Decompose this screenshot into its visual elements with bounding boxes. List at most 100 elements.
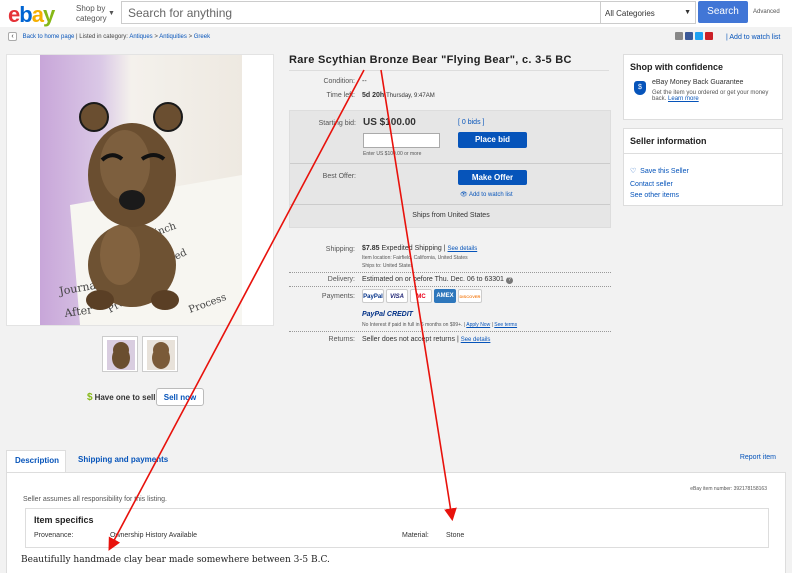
returns-value: Seller does not accept returns | See det… <box>362 336 491 343</box>
divider <box>289 272 611 273</box>
advanced-search-link[interactable]: Advanced <box>753 9 780 15</box>
breadcrumb-item-antiquities[interactable]: Antiquities <box>159 34 187 40</box>
add-to-watch-list-link[interactable]: 👁 Add to watch list <box>460 191 513 198</box>
bid-count-link[interactable]: [ 0 bids ] <box>458 119 484 126</box>
shop-with-confidence-card: Shop with confidence $ eBay Money Back G… <box>623 54 783 120</box>
make-offer-button[interactable]: Make Offer <box>458 170 527 185</box>
thumbnail-1[interactable] <box>102 336 138 372</box>
guarantee-text: Get the item you ordered or get your mon… <box>652 90 769 102</box>
condition-label: Condition: <box>323 78 355 85</box>
thumbnail-2[interactable] <box>142 336 178 372</box>
shipping-label: Shipping: <box>325 246 355 253</box>
item-location: Item location: Fairfield, California, Un… <box>362 255 468 261</box>
delivery-label: Delivery: <box>327 276 355 283</box>
material-value: Stone <box>446 532 465 539</box>
description-body: eBay item number: 392178158163 Seller as… <box>6 472 786 573</box>
chevron-down-icon[interactable]: ▼ <box>108 10 115 17</box>
heart-icon: ♡ <box>630 168 637 175</box>
sell-now-button[interactable]: Sell now <box>156 388 204 406</box>
paypal-credit-offer: No Interest if paid in full in 6 months … <box>362 322 518 328</box>
item-number: eBay item number: 392178158163 <box>690 486 767 492</box>
see-terms-link[interactable]: See terms <box>494 322 517 328</box>
item-specifics: Item specifics Provenance: Ownership His… <box>25 508 769 548</box>
breadcrumb-item-greek[interactable]: Greek <box>194 34 210 40</box>
bid-panel: Starting bid: US $100.00 [ 0 bids ] Plac… <box>289 110 611 228</box>
provenance-value: Ownership History Available <box>110 532 198 539</box>
search-input[interactable] <box>122 2 600 23</box>
facebook-icon[interactable] <box>685 32 693 40</box>
guarantee-title: eBay Money Back Guarantee <box>652 79 744 86</box>
sell-prompt: $ Have one to sell? <box>87 392 161 403</box>
twitter-icon[interactable] <box>695 32 703 40</box>
divider <box>290 163 610 164</box>
tab-description[interactable]: Description <box>6 450 66 472</box>
apply-now-link[interactable]: Apply Now <box>466 322 490 328</box>
paypal-logo: PayPal <box>362 289 384 303</box>
responsibility-note: Seller assumes all responsibility for th… <box>23 496 167 503</box>
time-left-value: 5d 20h Thursday, 9:47AM <box>362 92 435 99</box>
confidence-title: Shop with confidence <box>630 62 724 72</box>
seller-info-title: Seller information <box>624 129 782 154</box>
pinterest-icon[interactable] <box>705 32 713 40</box>
chevron-down-icon: ▼ <box>684 9 691 16</box>
contact-seller-link[interactable]: Contact seller <box>630 181 673 188</box>
bid-hint: Enter US $100.00 or more <box>363 151 422 157</box>
dollar-icon: $ <box>87 392 93 403</box>
save-seller-link[interactable]: ♡ Save this Seller <box>630 167 689 175</box>
starting-bid-label: Starting bid: <box>318 120 356 127</box>
visa-logo: VISA <box>386 289 408 303</box>
email-icon[interactable] <box>675 32 683 40</box>
breadcrumb-item-antiques[interactable]: Antiques <box>129 34 152 40</box>
returns-see-details-link[interactable]: See details <box>461 337 491 343</box>
main-image-panel: Pinch need Journal After Project Process <box>6 54 274 326</box>
ships-to: Ships to: United States <box>362 263 413 269</box>
bear-thumbnail-image <box>107 340 135 370</box>
shipping-see-details-link[interactable]: See details <box>448 246 478 252</box>
shop-by-category[interactable]: Shop by category <box>76 4 107 24</box>
back-home-link[interactable]: Back to home page <box>23 34 75 40</box>
divider <box>289 286 611 287</box>
chevron-left-icon[interactable]: ‹ <box>8 32 17 41</box>
learn-more-link[interactable]: Learn more <box>668 96 699 102</box>
see-other-items-link[interactable]: See other items <box>630 192 679 199</box>
mastercard-logo: MC <box>410 289 432 303</box>
discover-logo: DISCOVER <box>458 289 482 303</box>
starting-bid-value: US $100.00 <box>363 117 416 128</box>
bear-figure-image: Pinch need Journal After Project Process <box>57 102 242 325</box>
shipping-value: $7.85 Expedited Shipping | See details <box>362 245 478 252</box>
eye-icon: 👁 <box>460 192 468 198</box>
best-offer-label: Best Offer: <box>322 173 356 180</box>
payments-label: Payments: <box>321 293 355 300</box>
item-specifics-title: Item specifics <box>34 515 94 525</box>
condition-value: -- <box>362 78 367 85</box>
time-left-label: Time left: <box>326 92 355 99</box>
search-button[interactable]: Search <box>698 1 748 23</box>
divider <box>289 70 609 71</box>
info-icon[interactable]: ? <box>505 277 513 284</box>
bid-amount-input[interactable] <box>363 133 440 148</box>
seller-information-card: Seller information ♡ Save this Seller Co… <box>623 128 783 206</box>
delivery-value: Estimated on or before Thu. Dec. 06 to 6… <box>362 276 513 284</box>
divider <box>289 331 611 332</box>
ebay-logo[interactable]: ebay <box>8 2 55 28</box>
bear-thumbnail-image <box>147 340 175 370</box>
search-box <box>121 1 600 24</box>
description-text: Beautifully handmade clay bear made some… <box>21 555 330 565</box>
tab-shipping-and-payments[interactable]: Shipping and payments <box>70 450 176 472</box>
divider <box>290 204 610 205</box>
provenance-label: Provenance: <box>34 532 74 539</box>
amex-logo: AMEX <box>434 289 456 303</box>
paypal-credit-logo: PayPal CREDIT <box>362 311 413 318</box>
description-tabs: Description Shipping and payments Report… <box>6 446 786 472</box>
category-select[interactable]: All Categories ▼ <box>600 1 696 24</box>
share-icons <box>675 32 715 42</box>
item-photo[interactable]: Pinch need Journal After Project Process <box>40 55 242 325</box>
returns-label: Returns: <box>328 336 355 343</box>
report-item-link[interactable]: Report item <box>740 454 776 461</box>
material-label: Material: <box>402 532 429 539</box>
add-to-watch-list-link[interactable]: | Add to watch list <box>726 34 780 41</box>
breadcrumb: ‹ Back to home page | Listed in category… <box>8 32 210 44</box>
item-title: Rare Scythian Bronze Bear "Flying Bear",… <box>289 54 572 66</box>
place-bid-button[interactable]: Place bid <box>458 132 527 148</box>
ships-from: Ships from United States <box>412 212 490 219</box>
